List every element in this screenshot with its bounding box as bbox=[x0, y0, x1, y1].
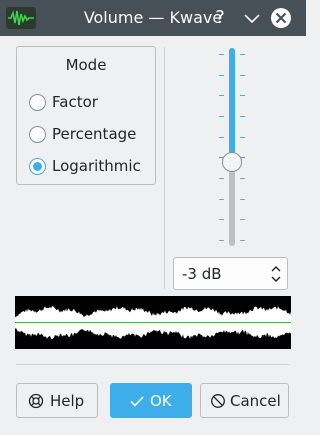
lifebuoy-icon bbox=[28, 393, 44, 409]
radio-button-factor[interactable] bbox=[29, 94, 46, 111]
slider-tick bbox=[240, 178, 245, 179]
cancel-button[interactable]: Cancel bbox=[200, 383, 289, 418]
radio-factor-label: Factor bbox=[52, 93, 98, 111]
checkmark-icon bbox=[130, 396, 144, 407]
slider-tick bbox=[240, 95, 245, 96]
slider-track[interactable] bbox=[229, 48, 235, 246]
slider-tick bbox=[219, 54, 224, 55]
radio-button-percentage[interactable] bbox=[29, 126, 46, 143]
vertical-divider bbox=[164, 47, 165, 289]
volume-spinbox[interactable]: -3 dB bbox=[173, 257, 288, 290]
slider-tick bbox=[219, 199, 224, 200]
radio-percentage[interactable]: Percentage bbox=[29, 124, 154, 146]
slider-tick bbox=[219, 178, 224, 179]
slider-tick bbox=[240, 137, 245, 138]
slider-tick bbox=[219, 95, 224, 96]
radio-factor[interactable]: Factor bbox=[29, 92, 154, 114]
volume-dialog: Volume — Kwave ? Mode Factor Percentage … bbox=[0, 0, 306, 435]
minimize-icon[interactable] bbox=[241, 7, 263, 29]
mode-group-title: Mode bbox=[65, 56, 107, 74]
slider-tick bbox=[219, 75, 224, 76]
waveform-preview bbox=[15, 296, 291, 349]
slider-tick bbox=[219, 240, 224, 241]
slider-tick bbox=[219, 219, 224, 220]
slider-handle[interactable] bbox=[222, 152, 242, 172]
mode-group: Mode Factor Percentage Logarithmic bbox=[16, 46, 156, 185]
slider-fill bbox=[229, 48, 235, 162]
spinbox-value[interactable]: -3 dB bbox=[182, 265, 222, 283]
slider-tick bbox=[219, 116, 224, 117]
cancel-button-label: Cancel bbox=[230, 392, 281, 410]
slider-tick bbox=[240, 75, 245, 76]
radio-button-logarithmic[interactable] bbox=[29, 158, 46, 175]
slider-tick bbox=[240, 199, 245, 200]
kwave-waveform-icon bbox=[6, 7, 36, 29]
slider-tick bbox=[240, 54, 245, 55]
help-button-label: Help bbox=[50, 392, 85, 410]
radio-percentage-label: Percentage bbox=[52, 125, 137, 143]
spinbox-arrows-icon[interactable] bbox=[270, 263, 282, 285]
horizontal-divider bbox=[16, 364, 289, 365]
title-bar[interactable]: Volume — Kwave ? bbox=[0, 0, 306, 36]
help-icon[interactable]: ? bbox=[209, 7, 231, 29]
close-icon[interactable] bbox=[270, 7, 292, 29]
cancel-icon bbox=[211, 394, 225, 408]
slider-tick bbox=[240, 219, 245, 220]
radio-logarithmic-label: Logarithmic bbox=[52, 157, 141, 175]
slider-tick bbox=[240, 116, 245, 117]
help-button[interactable]: Help bbox=[16, 383, 98, 418]
slider-groove bbox=[229, 162, 235, 246]
radio-logarithmic[interactable]: Logarithmic bbox=[29, 156, 154, 178]
slider-tick bbox=[240, 240, 245, 241]
slider-tick bbox=[219, 137, 224, 138]
ok-button-label: OK bbox=[150, 392, 172, 410]
ok-button[interactable]: OK bbox=[110, 383, 192, 418]
